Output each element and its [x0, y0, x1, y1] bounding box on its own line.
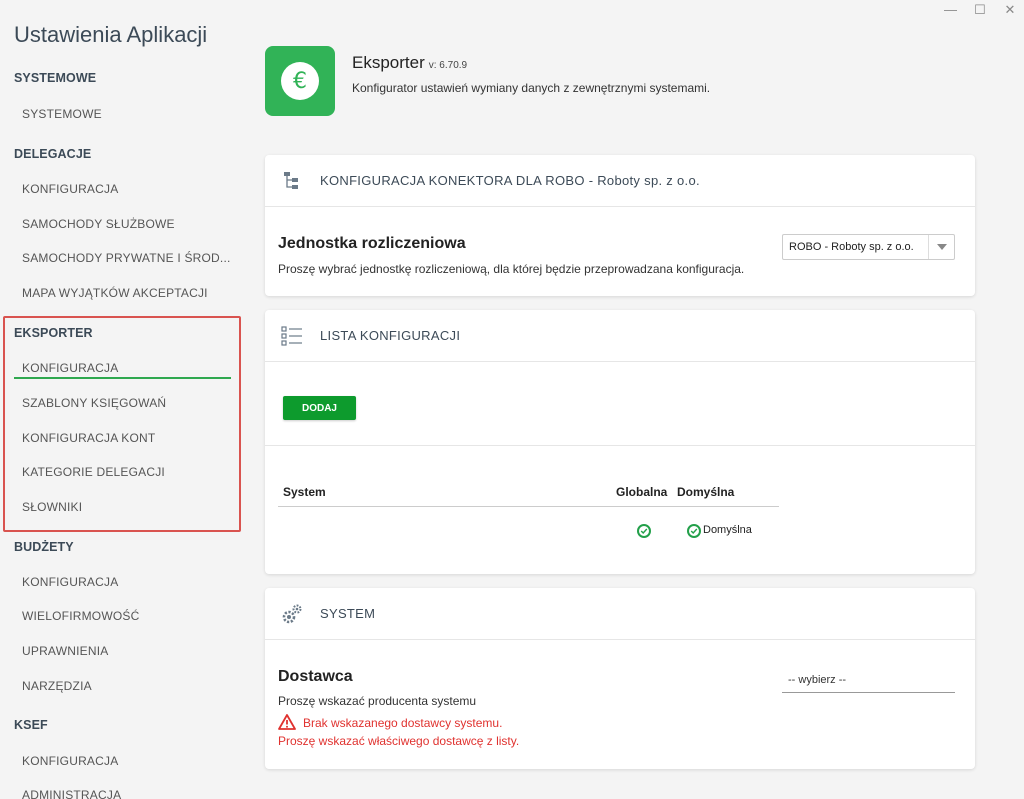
- unit-select-value: ROBO - Roboty sp. z o.o.: [789, 241, 914, 253]
- close-icon[interactable]: ✕: [1004, 3, 1016, 16]
- maximize-icon[interactable]: ☐: [974, 3, 986, 16]
- system-card: SYSTEM Dostawca Proszę wskazać producent…: [265, 588, 975, 769]
- section-delegacje: DELEGACJE: [14, 147, 92, 161]
- system-card-title: SYSTEM: [320, 606, 376, 621]
- connector-card: KONFIGURACJA KONEKTORA DLA ROBO - Roboty…: [265, 155, 975, 296]
- connector-card-title: KONFIGURACJA KONEKTORA DLA ROBO - Roboty…: [320, 173, 700, 188]
- provider-title: Dostawca: [278, 668, 353, 685]
- app-logo: €: [265, 46, 335, 116]
- config-list-card-header: LISTA KONFIGURACJI: [265, 310, 975, 362]
- provider-select[interactable]: -- wybierz --: [782, 672, 955, 693]
- sidebar-item-samochody-prywatne[interactable]: SAMOCHODY PRYWATNE I ŚROD...: [22, 251, 231, 265]
- provider-description: Proszę wskazać producenta systemu: [278, 694, 477, 708]
- list-icon: [280, 324, 304, 348]
- system-card-header: SYSTEM: [265, 588, 975, 640]
- sidebar-item-uprawnienia[interactable]: UPRAWNIENIA: [22, 644, 108, 658]
- sidebar-item-delegacje-konfiguracja[interactable]: KONFIGURACJA: [22, 182, 118, 196]
- table-header-line: [278, 506, 779, 507]
- sidebar-item-samochody-sluzbowe[interactable]: SAMOCHODY SŁUŻBOWE: [22, 217, 175, 231]
- tree-icon: [280, 169, 304, 193]
- add-button[interactable]: DODAJ: [283, 396, 356, 420]
- euro-icon: €: [281, 62, 319, 100]
- config-list-card-title: LISTA KONFIGURACJI: [320, 328, 461, 343]
- sidebar-item-systemowe[interactable]: SYSTEMOWE: [22, 107, 102, 121]
- highlight-box: [3, 316, 241, 532]
- module-name: Eksporter v: 6.70.9: [352, 53, 468, 72]
- minimize-icon[interactable]: —: [944, 3, 957, 16]
- sidebar-item-ksef-konfiguracja[interactable]: KONFIGURACJA: [22, 754, 118, 768]
- module-description: Konfigurator ustawień wymiany danych z z…: [352, 81, 711, 95]
- column-header-global: Globalna: [616, 485, 668, 499]
- window-controls: — ☐ ✕: [944, 3, 1016, 16]
- unit-description: Proszę wybrać jednostkę rozliczeniową, d…: [278, 262, 745, 276]
- divider: [265, 445, 975, 446]
- warning-icon: [278, 714, 296, 730]
- config-list-card: LISTA KONFIGURACJI DODAJ System Globalna…: [265, 310, 975, 574]
- chevron-down-icon[interactable]: [928, 235, 954, 259]
- section-ksef: KSEF: [14, 718, 48, 732]
- section-budzety: BUDŻETY: [14, 540, 74, 554]
- gears-icon: [280, 602, 304, 626]
- sidebar: Ustawienia Aplikacji SYSTEMOWE SYSTEMOWE…: [0, 0, 250, 799]
- default-label: Domyślna: [703, 524, 752, 536]
- error-message-1: Brak wskazanego dostawcy systemu.: [303, 716, 503, 730]
- sidebar-item-mapa-wyjatkow[interactable]: MAPA WYJĄTKÓW AKCEPTACJI: [22, 286, 208, 300]
- unit-title: Jednostka rozliczeniowa: [278, 235, 466, 252]
- column-header-default: Domyślna: [677, 485, 735, 499]
- global-check-icon: [637, 524, 651, 538]
- sidebar-item-budzety-konfiguracja[interactable]: KONFIGURACJA: [22, 575, 118, 589]
- sidebar-item-administracja[interactable]: ADMINISTRACJA: [22, 788, 121, 799]
- unit-select[interactable]: ROBO - Roboty sp. z o.o.: [782, 234, 955, 260]
- column-header-system: System: [283, 485, 326, 499]
- sidebar-item-wielofirmowosc[interactable]: WIELOFIRMOWOŚĆ: [22, 609, 139, 623]
- sidebar-item-narzedzia[interactable]: NARZĘDZIA: [22, 679, 92, 693]
- section-systemowe: SYSTEMOWE: [14, 71, 97, 85]
- default-check-icon: [687, 524, 701, 538]
- connector-card-header: KONFIGURACJA KONEKTORA DLA ROBO - Roboty…: [265, 155, 975, 207]
- module-version: v: 6.70.9: [428, 60, 468, 71]
- app-title: Ustawienia Aplikacji: [14, 22, 208, 47]
- error-message-2: Proszę wskazać właściwego dostawcę z lis…: [278, 734, 520, 748]
